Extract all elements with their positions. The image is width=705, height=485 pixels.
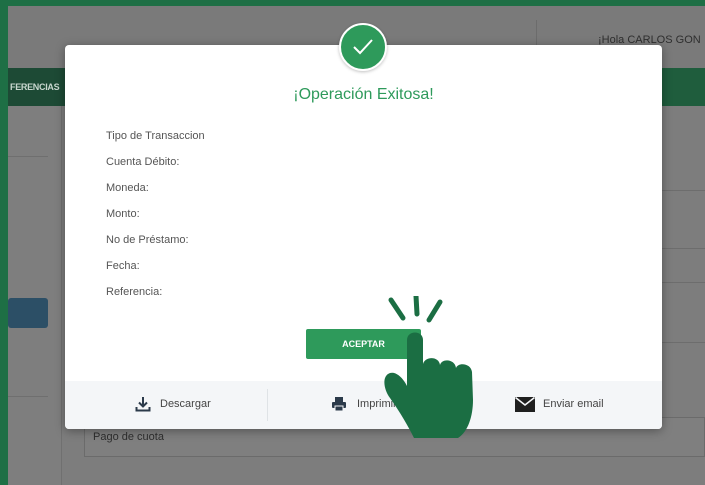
envelope-icon [515,396,535,417]
field-label-amount: Monto: [106,208,140,220]
side-divider [8,396,48,397]
nav-right-strip [662,68,705,106]
printer-icon [331,396,347,417]
footer-divider [267,389,268,421]
field-label-reference: Referencia: [106,286,163,298]
side-divider [8,156,48,157]
pointing-hand-icon [378,293,478,443]
content-row-divider [662,282,705,283]
content-row-divider [662,342,705,343]
download-label: Descargar [160,398,211,410]
modal-footer: Descargar Imprimir Enviar email [65,381,662,429]
send-email-label: Enviar email [543,398,604,410]
field-label-debit-account: Cuenta Débito: [106,156,180,168]
download-button[interactable]: Descargar [127,381,267,429]
content-row-divider [662,190,705,191]
download-icon [135,396,151,417]
modal-title: ¡Operación Exitosa! [293,86,434,103]
reference-field-value: Pago de cuota [93,431,164,443]
field-label-transaction-type: Tipo de Transaccion [106,130,205,142]
side-button[interactable] [8,298,48,328]
content-row-divider [662,248,705,249]
field-label-loan-number: No de Préstamo: [106,234,189,246]
nav-item-transferencias[interactable]: FERENCIAS [10,82,60,92]
success-badge [339,23,387,71]
side-panel [8,106,62,485]
send-email-button[interactable]: Enviar email [513,381,643,429]
field-label-date: Fecha: [106,260,140,272]
field-label-currency: Moneda: [106,182,149,194]
success-modal: ¡Operación Exitosa! Tipo de Transaccion … [65,45,662,429]
check-icon [353,39,373,55]
